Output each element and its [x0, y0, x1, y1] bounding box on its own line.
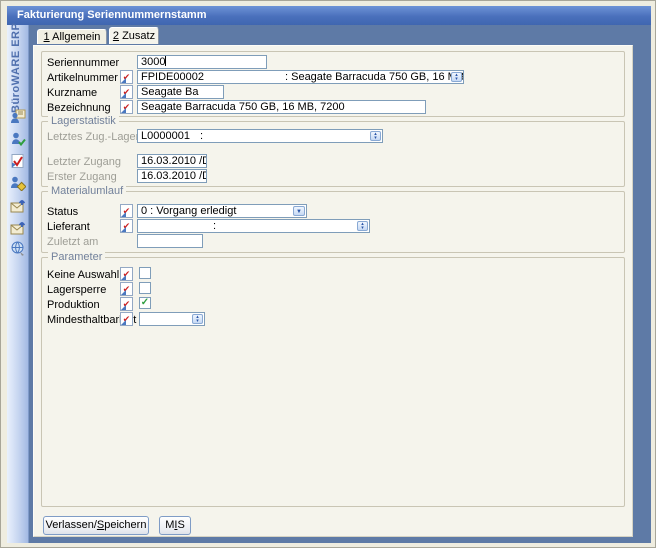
red-check-icon: ✔	[123, 269, 131, 279]
status-lookup-button[interactable]: ✔	[120, 204, 133, 218]
artikelnummer-input[interactable]: FPIDE00002 : Seagate Barracuda 750 GB, 1…	[137, 70, 464, 84]
letztes-zug-lager-value: L0000001	[141, 130, 190, 142]
lagersperre-lookup-button[interactable]: ✔	[120, 282, 133, 296]
letztes-zug-lager-label: Letztes Zug.-Lager	[47, 131, 139, 144]
bezeichnung-value: Seagate Barracuda 750 GB, 16 MB, 7200	[141, 101, 345, 113]
button-text: S	[177, 519, 184, 531]
bezeichnung-input[interactable]: Seagate Barracuda 750 GB, 16 MB, 7200	[137, 100, 426, 114]
spin-down-icon: ▾	[455, 77, 458, 81]
spin-down-icon: ▾	[374, 136, 377, 140]
window-titlebar: Fakturierung Seriennummernstamm	[7, 6, 651, 25]
seriennummer-label: Seriennummer	[47, 57, 119, 70]
status-value: 0 : Vorgang erledigt	[141, 205, 236, 217]
tab-zusatz-label: Zusatz	[119, 30, 155, 42]
zuletzt-am-label: Zuletzt am	[47, 236, 98, 249]
brand-vertical-text: BüroWARE ERP	[10, 21, 28, 113]
tab-allgemein-label: Allgemein	[50, 31, 101, 43]
chevron-down-icon: ▼	[296, 209, 302, 215]
artikelnummer-lookup-button[interactable]: ✔	[120, 70, 133, 84]
red-check-icon: ✔	[123, 72, 131, 82]
kurzname-value: Seagate Ba	[141, 86, 199, 98]
produktion-lookup-button[interactable]: ✔	[120, 297, 133, 311]
spin-down-icon: ▾	[361, 226, 364, 230]
globe-icon[interactable]	[10, 240, 26, 256]
bezeichnung-lookup-button[interactable]: ✔	[120, 100, 133, 114]
user-check-icon[interactable]	[10, 131, 26, 147]
mindesthaltbarkeit-input[interactable]: ▴▾	[139, 312, 205, 326]
button-text: Verlassen/	[46, 519, 97, 531]
red-check-icon: ✔	[123, 314, 131, 324]
lagersperre-checkbox[interactable]	[139, 282, 151, 294]
produktion-label: Produktion	[47, 299, 100, 312]
seriennummer-value: 3000	[141, 56, 165, 68]
artikelnummer-label: Artikelnummer	[47, 72, 118, 85]
red-check-icon: ✔	[123, 299, 131, 309]
red-check-icon: ✔	[123, 221, 131, 231]
red-check-icon: ✔	[123, 87, 131, 97]
button-text: M	[165, 519, 174, 531]
kurzname-label: Kurzname	[47, 87, 97, 100]
tab-zusatz[interactable]: 2 Zusatz	[109, 27, 159, 44]
lieferant-input[interactable]: : ▴▾	[137, 219, 370, 233]
seriennummer-input[interactable]: 3000	[137, 55, 267, 69]
mail-export-icon[interactable]	[10, 198, 26, 214]
verlassen-speichern-button[interactable]: Verlassen/Speichern	[43, 516, 149, 535]
note-red-check-icon[interactable]	[10, 153, 26, 169]
keine-auswahl-label: Keine Auswahl	[47, 269, 119, 282]
letzter-zugang-input[interactable]: 16.03.2010 /Di	[137, 154, 207, 168]
button-text: peichern	[104, 519, 146, 531]
letzter-zugang-value: 16.03.2010 /Di	[141, 155, 207, 167]
erster-zugang-input[interactable]: 16.03.2010 /Di	[137, 169, 207, 183]
kurzname-input[interactable]: Seagate Ba	[137, 85, 224, 99]
letztes-zug-lager-input[interactable]: L0000001 : ▴▾	[137, 129, 383, 143]
produktion-checkbox[interactable]: ✓	[139, 297, 151, 309]
status-dropdown[interactable]: 0 : Vorgang erledigt ▼	[137, 204, 307, 218]
kurzname-lookup-button[interactable]: ✔	[120, 85, 133, 99]
letzter-zugang-label: Letzter Zugang	[47, 156, 121, 169]
erster-zugang-label: Erster Zugang	[47, 171, 117, 184]
lieferant-spinner[interactable]: ▴▾	[357, 221, 368, 231]
zuletzt-am-input[interactable]	[137, 234, 203, 248]
text-cursor	[165, 56, 166, 66]
parameter-caption: Parameter	[48, 251, 105, 263]
letztes-zug-lager-spinner[interactable]: ▴▾	[370, 131, 381, 141]
spin-down-icon: ▾	[196, 319, 199, 323]
mis-button[interactable]: MIS	[159, 516, 191, 535]
red-check-icon: ✔	[123, 206, 131, 216]
mindesthaltbarkeit-spinner[interactable]: ▴▾	[192, 314, 203, 324]
lagerstatistik-caption: Lagerstatistik	[48, 115, 119, 127]
checkbox-state-checked: ✓	[141, 297, 149, 308]
app-window: Fakturierung Seriennummernstamm BüroWARE…	[0, 0, 656, 548]
lieferant-lookup-button[interactable]: ✔	[120, 219, 133, 233]
keine-auswahl-checkbox[interactable]	[139, 267, 151, 279]
artikelnummer-description: : Seagate Barracuda 750 GB, 16 MB, 7200	[285, 71, 464, 83]
status-dropdown-button[interactable]: ▼	[293, 206, 305, 216]
window-title: Fakturierung Seriennummernstamm	[17, 9, 207, 21]
user-package-icon[interactable]	[10, 175, 26, 191]
lieferant-label: Lieferant	[47, 221, 90, 234]
lieferant-value: :	[213, 220, 216, 232]
user-note-icon[interactable]	[10, 108, 26, 124]
materialumlauf-caption: Materialumlauf	[48, 185, 126, 197]
erster-zugang-value: 16.03.2010 /Di	[141, 170, 207, 182]
letztes-zug-lager-separator: :	[200, 130, 203, 142]
keine-auswahl-lookup-button[interactable]: ✔	[120, 267, 133, 281]
lagersperre-label: Lagersperre	[47, 284, 106, 297]
bezeichnung-label: Bezeichnung	[47, 102, 111, 115]
tab-allgemein[interactable]: 1 Allgemein	[37, 29, 107, 44]
red-check-icon: ✔	[123, 102, 131, 112]
red-check-icon: ✔	[123, 284, 131, 294]
mail-export-icon[interactable]	[10, 220, 26, 236]
status-label: Status	[47, 206, 78, 219]
artikelnummer-value: FPIDE00002	[141, 71, 204, 83]
artikelnummer-spinner[interactable]: ▴▾	[451, 72, 462, 82]
mindesthaltbarkeit-lookup-button[interactable]: ✔	[120, 312, 133, 326]
